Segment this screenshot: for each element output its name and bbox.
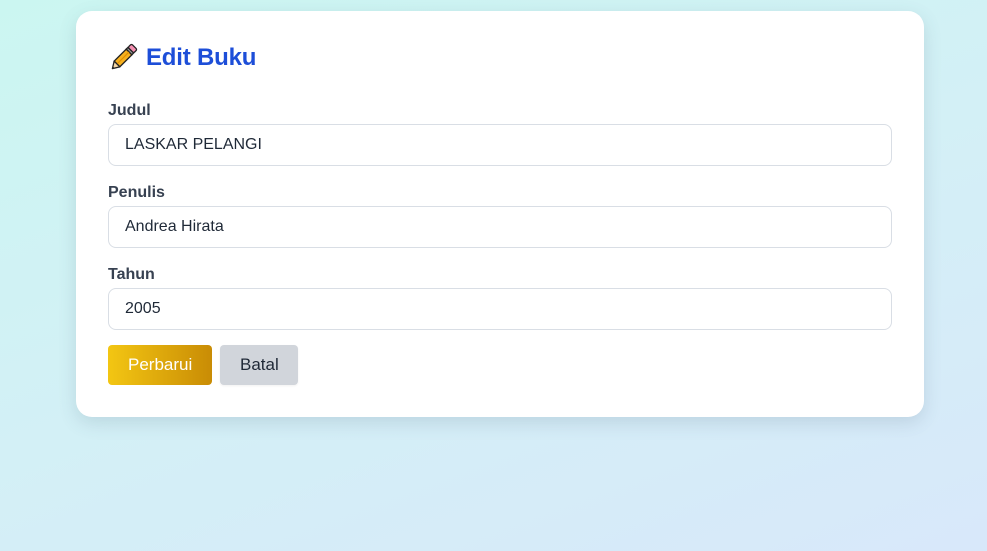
title-input[interactable]	[108, 124, 892, 166]
title-label: Judul	[108, 102, 151, 119]
title-field: Judul	[108, 102, 892, 166]
form-header: Edit Buku	[108, 43, 256, 73]
edit-book-card: Edit Buku Judul Penulis Tahun Perbarui B…	[76, 11, 924, 417]
year-field: Tahun	[108, 266, 892, 330]
year-label: Tahun	[108, 266, 155, 283]
author-input[interactable]	[108, 206, 892, 248]
pencil-icon	[111, 43, 138, 70]
form-actions: Perbarui Batal	[108, 345, 298, 385]
author-label: Penulis	[108, 184, 165, 201]
author-field: Penulis	[108, 184, 892, 248]
cancel-button[interactable]: Batal	[220, 345, 298, 385]
page-title: Edit Buku	[146, 44, 257, 71]
update-button[interactable]: Perbarui	[108, 345, 212, 385]
year-input[interactable]	[108, 288, 892, 330]
